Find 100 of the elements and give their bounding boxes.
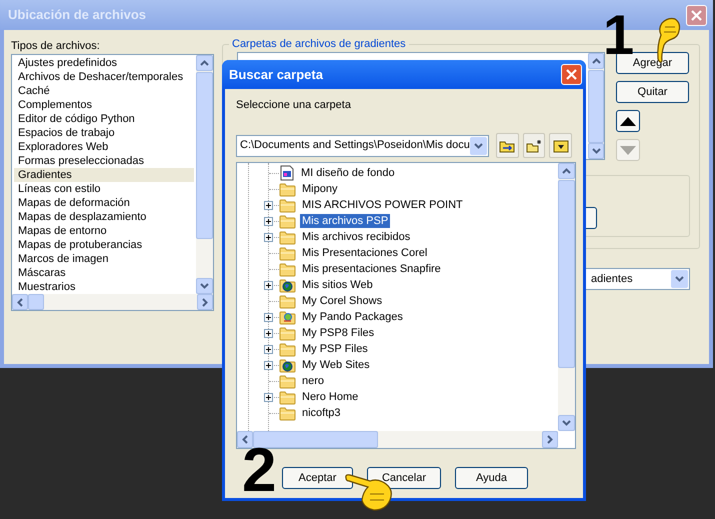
tree-item[interactable]: nero: [300, 374, 326, 388]
close-icon: [566, 69, 577, 80]
combo-value: adientes: [590, 272, 634, 287]
folder-icon: [279, 374, 296, 388]
prompt-text: Seleccione una carpeta: [236, 98, 352, 112]
new-folder-button[interactable]: [522, 133, 546, 158]
globe-folder-icon: [279, 358, 296, 372]
chevron-left-icon: [242, 435, 248, 444]
list-item[interactable]: Muestrarios: [14, 280, 194, 294]
scrollbar[interactable]: [558, 163, 575, 431]
close-button[interactable]: [561, 64, 582, 85]
list-item[interactable]: Editor de código Python: [14, 112, 194, 126]
tree-item[interactable]: My Web Sites: [300, 358, 372, 372]
scrollbar[interactable]: [237, 431, 558, 448]
folder-icon: [552, 138, 569, 152]
chevron-up-icon: [200, 60, 209, 66]
tree-item[interactable]: nicoftp3: [300, 406, 343, 420]
folder-icon: [279, 230, 296, 244]
dialog-title: Buscar carpeta: [229, 66, 324, 84]
scrollbar[interactable]: [588, 53, 604, 159]
scrollbar[interactable]: [12, 294, 213, 310]
chevron-down-icon: [592, 148, 600, 154]
folder-arrows-button[interactable]: [496, 133, 519, 158]
triangle-up-icon: [620, 116, 636, 126]
tree-item[interactable]: My Corel Shows: [300, 294, 384, 308]
folder-menu-button[interactable]: [549, 133, 572, 158]
folder-icon: [279, 406, 296, 420]
group-title: Carpetas de archivos de gradientes: [229, 37, 409, 51]
list-item[interactable]: Archivos de Deshacer/temporales: [14, 70, 194, 84]
path-value: C:\Documents and Settings\Poseidon\Mis docu: [239, 138, 470, 154]
close-button[interactable]: [686, 4, 707, 26]
expand-icon[interactable]: [264, 281, 273, 290]
chevron-right-icon: [547, 435, 553, 444]
folder-icon: [279, 390, 296, 404]
package-folder-icon: [279, 310, 296, 324]
folder-icon: [279, 262, 296, 276]
tree-item[interactable]: MI diseño de fondo: [299, 166, 397, 180]
folder-icon: [526, 138, 542, 152]
expand-icon[interactable]: [264, 345, 273, 354]
folder-icon: [279, 214, 296, 228]
list-item[interactable]: Gradientes: [14, 168, 194, 182]
button[interactable]: Quitar: [616, 81, 689, 103]
folder-icon: [279, 198, 296, 212]
dropdown-icon: [470, 136, 487, 154]
chevron-up-icon: [592, 58, 600, 64]
expand-icon[interactable]: [264, 393, 273, 402]
scroll-thumb[interactable]: [253, 431, 378, 448]
list-item[interactable]: Mapas de entorno: [14, 224, 194, 238]
chevron-left-icon: [17, 298, 23, 306]
list-item[interactable]: Mapas de protuberancias: [14, 238, 194, 252]
expand-icon[interactable]: [264, 201, 273, 210]
triangle-down-icon: [620, 146, 636, 154]
list-item[interactable]: Ajustes predefinidos: [14, 56, 194, 70]
list-item[interactable]: Marcos de imagen: [14, 252, 194, 266]
close-icon: [691, 10, 702, 20]
tree-item[interactable]: MIS ARCHIVOS POWER POINT: [300, 198, 465, 212]
chevron-down-icon: [562, 420, 571, 426]
tree-item[interactable]: Mis archivos recibidos: [300, 230, 412, 244]
button[interactable]: Aceptar: [282, 467, 353, 489]
document-icon: [279, 165, 295, 181]
globe-folder-icon: [279, 278, 296, 292]
list-item[interactable]: Espacios de trabajo: [14, 126, 194, 140]
scrollbar[interactable]: [196, 55, 213, 294]
list-item[interactable]: Líneas con estilo: [14, 182, 194, 196]
list-label: Tipos de archivos:: [11, 39, 101, 54]
tree-item[interactable]: Mis archivos PSP: [300, 214, 390, 228]
list-item[interactable]: Caché: [14, 84, 194, 98]
folder-icon: [279, 246, 296, 260]
scroll-thumb[interactable]: [28, 294, 44, 310]
list-item[interactable]: Complementos: [14, 98, 194, 112]
folder-icon: [279, 326, 296, 340]
tree-item[interactable]: My PSP Files: [300, 342, 370, 356]
list-item[interactable]: Máscaras: [14, 266, 194, 280]
expand-icon[interactable]: [264, 329, 273, 338]
window-title: Ubicación de archivos: [8, 6, 147, 24]
list-item[interactable]: Formas preseleccionadas: [14, 154, 194, 168]
expand-icon[interactable]: [264, 217, 273, 226]
step-number: 2: [242, 440, 276, 502]
path-combo-box[interactable]: C:\Documents and Settings\Poseidon\Mis docu: [236, 134, 489, 156]
expand-icon[interactable]: [264, 361, 273, 370]
folder-icon: [499, 138, 516, 152]
tree-item[interactable]: Mis sitios Web: [300, 278, 375, 292]
expand-icon[interactable]: [264, 313, 273, 322]
expand-icon[interactable]: [264, 233, 273, 242]
list-item[interactable]: Mapas de desplazamiento: [14, 210, 194, 224]
chevron-down-icon: [200, 283, 209, 289]
tree-item[interactable]: Mipony: [300, 182, 340, 196]
tree-item[interactable]: Nero Home: [300, 390, 360, 404]
chevron-up-icon: [562, 168, 571, 174]
list-item[interactable]: Exploradores Web: [14, 140, 194, 154]
tree-item[interactable]: My PSP8 Files: [300, 326, 376, 340]
tree-item[interactable]: Mis presentaciones Snapfire: [300, 262, 443, 276]
tree-item[interactable]: My Pando Packages: [300, 310, 405, 324]
folder-icon: [279, 182, 296, 196]
list-item[interactable]: Mapas de deformación: [14, 196, 194, 210]
dropdown-icon: [671, 270, 688, 288]
folder-icon: [279, 342, 296, 356]
move-up-button[interactable]: [616, 110, 640, 132]
button[interactable]: Ayuda: [455, 467, 528, 489]
tree-item[interactable]: Mis Presentaciones Corel: [300, 246, 430, 260]
